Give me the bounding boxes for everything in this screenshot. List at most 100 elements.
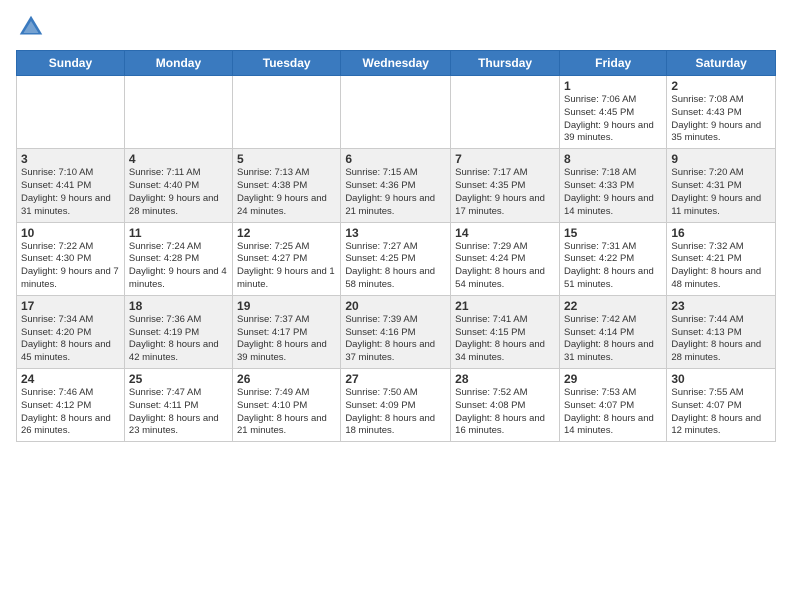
calendar-cell: 26Sunrise: 7:49 AM Sunset: 4:10 PM Dayli… (233, 369, 341, 442)
day-number: 18 (129, 299, 228, 313)
day-info: Sunrise: 7:32 AM Sunset: 4:21 PM Dayligh… (671, 241, 771, 292)
calendar-cell: 27Sunrise: 7:50 AM Sunset: 4:09 PM Dayli… (341, 369, 451, 442)
calendar-cell (451, 76, 560, 149)
day-number: 10 (21, 226, 120, 240)
day-info: Sunrise: 7:50 AM Sunset: 4:09 PM Dayligh… (345, 387, 446, 438)
calendar-header-row: SundayMondayTuesdayWednesdayThursdayFrid… (17, 51, 776, 76)
day-number: 16 (671, 226, 771, 240)
day-number: 3 (21, 152, 120, 166)
day-info: Sunrise: 7:39 AM Sunset: 4:16 PM Dayligh… (345, 314, 446, 365)
calendar-cell: 9Sunrise: 7:20 AM Sunset: 4:31 PM Daylig… (667, 149, 776, 222)
calendar-header-sunday: Sunday (17, 51, 125, 76)
day-number: 21 (455, 299, 555, 313)
day-number: 20 (345, 299, 446, 313)
calendar-header-friday: Friday (559, 51, 666, 76)
day-info: Sunrise: 7:55 AM Sunset: 4:07 PM Dayligh… (671, 387, 771, 438)
calendar-cell: 25Sunrise: 7:47 AM Sunset: 4:11 PM Dayli… (124, 369, 232, 442)
day-info: Sunrise: 7:53 AM Sunset: 4:07 PM Dayligh… (564, 387, 662, 438)
calendar-cell: 13Sunrise: 7:27 AM Sunset: 4:25 PM Dayli… (341, 222, 451, 295)
day-number: 17 (21, 299, 120, 313)
day-number: 23 (671, 299, 771, 313)
day-info: Sunrise: 7:29 AM Sunset: 4:24 PM Dayligh… (455, 241, 555, 292)
calendar-header-wednesday: Wednesday (341, 51, 451, 76)
day-info: Sunrise: 7:44 AM Sunset: 4:13 PM Dayligh… (671, 314, 771, 365)
day-number: 6 (345, 152, 446, 166)
day-info: Sunrise: 7:11 AM Sunset: 4:40 PM Dayligh… (129, 167, 228, 218)
calendar-cell (124, 76, 232, 149)
calendar-cell: 15Sunrise: 7:31 AM Sunset: 4:22 PM Dayli… (559, 222, 666, 295)
day-info: Sunrise: 7:41 AM Sunset: 4:15 PM Dayligh… (455, 314, 555, 365)
day-number: 9 (671, 152, 771, 166)
calendar-cell (341, 76, 451, 149)
day-number: 27 (345, 372, 446, 386)
day-info: Sunrise: 7:25 AM Sunset: 4:27 PM Dayligh… (237, 241, 336, 292)
calendar-cell: 16Sunrise: 7:32 AM Sunset: 4:21 PM Dayli… (667, 222, 776, 295)
day-number: 7 (455, 152, 555, 166)
calendar-week-3: 10Sunrise: 7:22 AM Sunset: 4:30 PM Dayli… (17, 222, 776, 295)
day-number: 25 (129, 372, 228, 386)
calendar-header-saturday: Saturday (667, 51, 776, 76)
calendar-cell: 5Sunrise: 7:13 AM Sunset: 4:38 PM Daylig… (233, 149, 341, 222)
calendar-cell: 3Sunrise: 7:10 AM Sunset: 4:41 PM Daylig… (17, 149, 125, 222)
calendar-header-thursday: Thursday (451, 51, 560, 76)
calendar-cell: 21Sunrise: 7:41 AM Sunset: 4:15 PM Dayli… (451, 295, 560, 368)
calendar-cell: 20Sunrise: 7:39 AM Sunset: 4:16 PM Dayli… (341, 295, 451, 368)
calendar-header-monday: Monday (124, 51, 232, 76)
day-number: 1 (564, 79, 662, 93)
day-number: 5 (237, 152, 336, 166)
calendar-cell (233, 76, 341, 149)
day-number: 26 (237, 372, 336, 386)
calendar-week-1: 1Sunrise: 7:06 AM Sunset: 4:45 PM Daylig… (17, 76, 776, 149)
day-info: Sunrise: 7:31 AM Sunset: 4:22 PM Dayligh… (564, 241, 662, 292)
day-number: 24 (21, 372, 120, 386)
calendar-week-5: 24Sunrise: 7:46 AM Sunset: 4:12 PM Dayli… (17, 369, 776, 442)
day-info: Sunrise: 7:10 AM Sunset: 4:41 PM Dayligh… (21, 167, 120, 218)
day-number: 28 (455, 372, 555, 386)
day-info: Sunrise: 7:49 AM Sunset: 4:10 PM Dayligh… (237, 387, 336, 438)
day-info: Sunrise: 7:06 AM Sunset: 4:45 PM Dayligh… (564, 94, 662, 145)
day-info: Sunrise: 7:22 AM Sunset: 4:30 PM Dayligh… (21, 241, 120, 292)
calendar-cell (17, 76, 125, 149)
day-number: 4 (129, 152, 228, 166)
calendar-cell: 22Sunrise: 7:42 AM Sunset: 4:14 PM Dayli… (559, 295, 666, 368)
day-info: Sunrise: 7:42 AM Sunset: 4:14 PM Dayligh… (564, 314, 662, 365)
page: SundayMondayTuesdayWednesdayThursdayFrid… (0, 0, 792, 612)
calendar: SundayMondayTuesdayWednesdayThursdayFrid… (16, 50, 776, 442)
day-info: Sunrise: 7:24 AM Sunset: 4:28 PM Dayligh… (129, 241, 228, 292)
day-info: Sunrise: 7:46 AM Sunset: 4:12 PM Dayligh… (21, 387, 120, 438)
day-info: Sunrise: 7:34 AM Sunset: 4:20 PM Dayligh… (21, 314, 120, 365)
calendar-cell: 19Sunrise: 7:37 AM Sunset: 4:17 PM Dayli… (233, 295, 341, 368)
calendar-cell: 29Sunrise: 7:53 AM Sunset: 4:07 PM Dayli… (559, 369, 666, 442)
logo (16, 12, 50, 42)
day-number: 2 (671, 79, 771, 93)
day-info: Sunrise: 7:20 AM Sunset: 4:31 PM Dayligh… (671, 167, 771, 218)
day-info: Sunrise: 7:52 AM Sunset: 4:08 PM Dayligh… (455, 387, 555, 438)
day-info: Sunrise: 7:18 AM Sunset: 4:33 PM Dayligh… (564, 167, 662, 218)
calendar-cell: 1Sunrise: 7:06 AM Sunset: 4:45 PM Daylig… (559, 76, 666, 149)
day-info: Sunrise: 7:13 AM Sunset: 4:38 PM Dayligh… (237, 167, 336, 218)
day-info: Sunrise: 7:27 AM Sunset: 4:25 PM Dayligh… (345, 241, 446, 292)
calendar-cell: 24Sunrise: 7:46 AM Sunset: 4:12 PM Dayli… (17, 369, 125, 442)
calendar-cell: 28Sunrise: 7:52 AM Sunset: 4:08 PM Dayli… (451, 369, 560, 442)
day-number: 13 (345, 226, 446, 240)
day-number: 29 (564, 372, 662, 386)
day-number: 12 (237, 226, 336, 240)
day-number: 15 (564, 226, 662, 240)
day-number: 22 (564, 299, 662, 313)
day-info: Sunrise: 7:08 AM Sunset: 4:43 PM Dayligh… (671, 94, 771, 145)
calendar-cell: 6Sunrise: 7:15 AM Sunset: 4:36 PM Daylig… (341, 149, 451, 222)
calendar-week-4: 17Sunrise: 7:34 AM Sunset: 4:20 PM Dayli… (17, 295, 776, 368)
header (16, 12, 776, 42)
calendar-cell: 10Sunrise: 7:22 AM Sunset: 4:30 PM Dayli… (17, 222, 125, 295)
calendar-cell: 4Sunrise: 7:11 AM Sunset: 4:40 PM Daylig… (124, 149, 232, 222)
day-info: Sunrise: 7:36 AM Sunset: 4:19 PM Dayligh… (129, 314, 228, 365)
calendar-header-tuesday: Tuesday (233, 51, 341, 76)
day-info: Sunrise: 7:17 AM Sunset: 4:35 PM Dayligh… (455, 167, 555, 218)
day-number: 11 (129, 226, 228, 240)
calendar-cell: 8Sunrise: 7:18 AM Sunset: 4:33 PM Daylig… (559, 149, 666, 222)
calendar-cell: 14Sunrise: 7:29 AM Sunset: 4:24 PM Dayli… (451, 222, 560, 295)
day-info: Sunrise: 7:37 AM Sunset: 4:17 PM Dayligh… (237, 314, 336, 365)
day-info: Sunrise: 7:47 AM Sunset: 4:11 PM Dayligh… (129, 387, 228, 438)
calendar-cell: 12Sunrise: 7:25 AM Sunset: 4:27 PM Dayli… (233, 222, 341, 295)
calendar-cell: 18Sunrise: 7:36 AM Sunset: 4:19 PM Dayli… (124, 295, 232, 368)
